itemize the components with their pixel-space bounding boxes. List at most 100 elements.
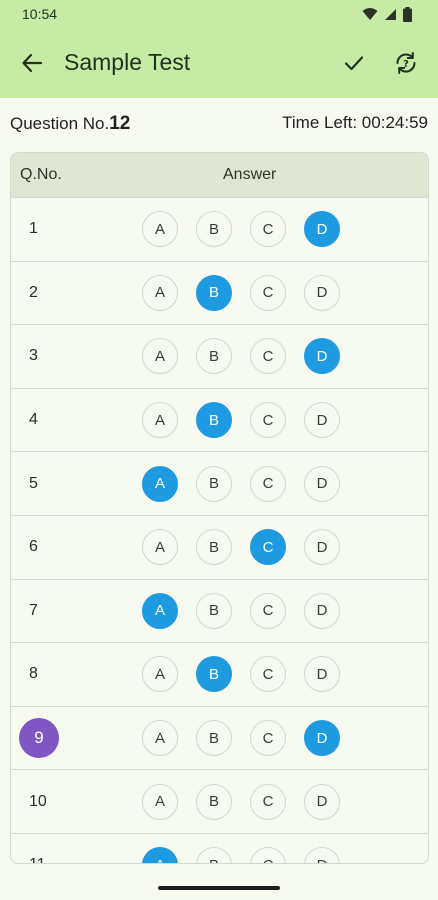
option-b-button[interactable]: B xyxy=(196,656,232,693)
option-b-button[interactable]: B xyxy=(196,465,232,502)
option-d-button[interactable]: D xyxy=(304,402,340,439)
option-d-button[interactable]: D xyxy=(304,338,340,375)
option-d-button[interactable]: D xyxy=(304,847,340,863)
question-info-row: Question No.12 Time Left: 00:24:59 xyxy=(0,106,438,136)
answer-options: ABCD xyxy=(142,338,340,375)
option-c-button[interactable]: C xyxy=(250,783,286,820)
option-c-button[interactable]: C xyxy=(250,465,286,502)
question-number-cell[interactable]: 4 xyxy=(29,411,38,429)
option-a-button[interactable]: A xyxy=(142,847,178,863)
status-icons xyxy=(362,6,412,22)
answer-options: ABCD xyxy=(142,783,340,820)
option-d-button[interactable]: D xyxy=(304,720,340,757)
option-c-button[interactable]: C xyxy=(250,211,286,248)
option-b-button[interactable]: B xyxy=(196,783,232,820)
option-d-button[interactable]: D xyxy=(304,656,340,693)
question-number-cell[interactable]: 2 xyxy=(29,284,38,302)
current-question-label: Question No.12 xyxy=(10,113,130,135)
option-b-button[interactable]: B xyxy=(196,211,232,248)
app-bar: Sample Test ? xyxy=(0,28,438,98)
option-c-button[interactable]: C xyxy=(250,529,286,566)
option-b-button[interactable]: B xyxy=(196,529,232,566)
current-question-number[interactable]: 9 xyxy=(19,718,59,759)
option-b-button[interactable]: B xyxy=(196,847,232,863)
answer-options: ABCD xyxy=(142,274,340,311)
option-a-button[interactable]: A xyxy=(142,274,178,311)
table-row: 1 ABCD xyxy=(11,198,428,262)
navigation-bar xyxy=(0,870,438,900)
question-number-cell[interactable]: 3 xyxy=(29,347,38,365)
option-b-button[interactable]: B xyxy=(196,592,232,629)
option-c-button[interactable]: C xyxy=(250,656,286,693)
home-gesture-handle[interactable] xyxy=(158,886,280,890)
header-qno: Q.No. xyxy=(20,166,62,183)
question-number-cell[interactable]: 6 xyxy=(29,538,38,556)
check-icon xyxy=(344,56,364,71)
question-number: 12 xyxy=(109,113,131,134)
option-b-button[interactable]: B xyxy=(196,274,232,311)
back-arrow-icon xyxy=(22,53,43,73)
sync-help-icon: ? xyxy=(396,52,416,74)
option-a-button[interactable]: A xyxy=(142,783,178,820)
option-d-button[interactable]: D xyxy=(304,529,340,566)
option-d-button[interactable]: D xyxy=(304,211,340,248)
option-c-button[interactable]: C xyxy=(250,592,286,629)
option-c-button[interactable]: C xyxy=(250,847,286,863)
option-a-button[interactable]: A xyxy=(142,338,178,375)
table-row: 9 ABCD xyxy=(11,707,428,771)
option-a-button[interactable]: A xyxy=(142,529,178,566)
page-title: Sample Test xyxy=(64,49,191,75)
answer-options: ABCD xyxy=(142,720,340,757)
answer-options: ABCD xyxy=(142,465,340,502)
option-c-button[interactable]: C xyxy=(250,720,286,757)
status-time: 10:54 xyxy=(22,6,58,22)
option-b-button[interactable]: B xyxy=(196,720,232,757)
status-bar: 10:54 xyxy=(0,0,438,28)
table-row: 11 A B C D xyxy=(11,834,428,863)
sync-help-button[interactable]: ? xyxy=(392,49,420,77)
table-row: 2 ABCD xyxy=(11,262,428,326)
table-row: 4 ABCD xyxy=(11,389,428,453)
question-number-cell[interactable]: 7 xyxy=(29,602,38,620)
option-b-button[interactable]: B xyxy=(196,402,232,439)
option-c-button[interactable]: C xyxy=(250,402,286,439)
question-number-cell[interactable]: 1 xyxy=(29,220,38,238)
table-row: 6 ABCD xyxy=(11,516,428,580)
option-a-button[interactable]: A xyxy=(142,592,178,629)
option-c-button[interactable]: C xyxy=(250,274,286,311)
option-d-button[interactable]: D xyxy=(304,465,340,502)
question-number-cell[interactable]: 5 xyxy=(29,475,38,493)
answer-options: ABCD xyxy=(142,656,340,693)
answer-options: ABCD xyxy=(142,592,340,629)
option-b-button[interactable]: B xyxy=(196,338,232,375)
answer-sheet-header: Q.No. Answer xyxy=(11,153,428,198)
answer-options: A B C D xyxy=(142,847,340,863)
table-row: 3 ABCD xyxy=(11,325,428,389)
battery-icon xyxy=(403,6,412,22)
option-a-button[interactable]: A xyxy=(142,656,178,693)
answer-sheet: Q.No. Answer 1ABCD2ABCD3ABCD4ABCD5ABCD6A… xyxy=(10,152,429,864)
table-row: 10 A B C D xyxy=(11,770,428,834)
table-row: 7 ABCD xyxy=(11,580,428,644)
submit-button[interactable] xyxy=(340,49,368,77)
answer-options: ABCD xyxy=(142,211,340,248)
table-row: 8 ABCD xyxy=(11,643,428,707)
question-number-cell[interactable]: 11 xyxy=(29,856,46,863)
question-number-cell[interactable]: 10 xyxy=(29,793,47,811)
option-a-button[interactable]: A xyxy=(142,465,178,502)
signal-icon xyxy=(385,8,396,20)
option-a-button[interactable]: A xyxy=(142,720,178,757)
option-a-button[interactable]: A xyxy=(142,211,178,248)
option-d-button[interactable]: D xyxy=(304,783,340,820)
wifi-icon xyxy=(362,8,378,20)
option-d-button[interactable]: D xyxy=(304,274,340,311)
question-number-cell[interactable]: 8 xyxy=(29,665,38,683)
header-answer: Answer xyxy=(223,166,277,183)
option-a-button[interactable]: A xyxy=(142,402,178,439)
time-left: Time Left: 00:24:59 xyxy=(282,113,428,132)
option-d-button[interactable]: D xyxy=(304,592,340,629)
option-c-button[interactable]: C xyxy=(250,338,286,375)
svg-text:?: ? xyxy=(403,59,409,70)
back-button[interactable] xyxy=(18,49,46,77)
answer-rows: 1ABCD2ABCD3ABCD4ABCD5ABCD6ABCD7ABCD8ABCD… xyxy=(11,198,428,863)
